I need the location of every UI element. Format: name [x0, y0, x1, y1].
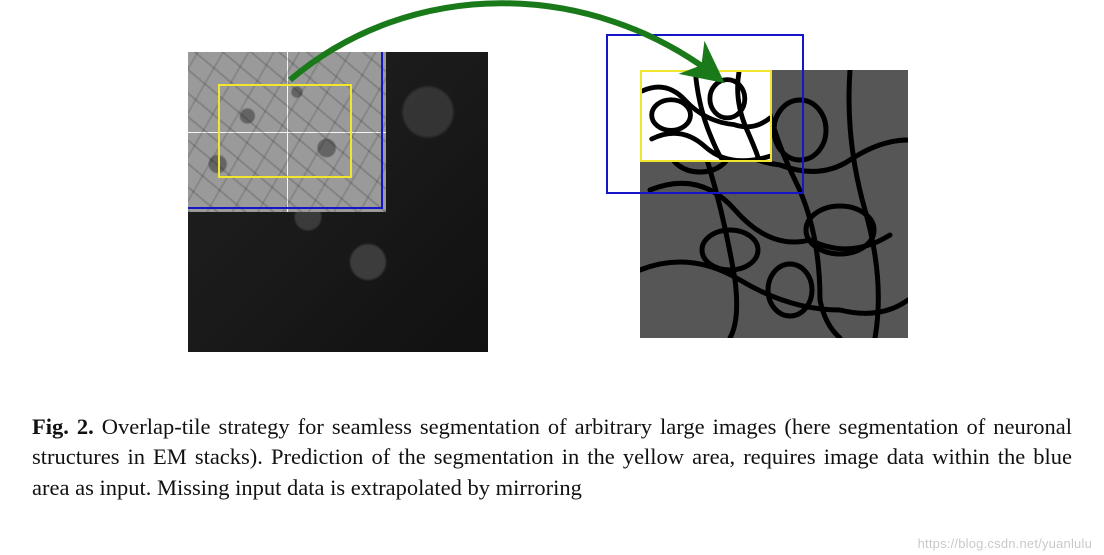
page-root: Fig. 2. Overlap-tile strategy for seamle…: [0, 0, 1104, 555]
figure-2: Fig. 2. Overlap-tile strategy for seamle…: [0, 0, 1104, 555]
yellow-prediction-box: [218, 84, 352, 178]
watermark: https://blog.csdn.net/yuanlulu: [918, 536, 1092, 551]
figure-caption-text: Overlap-tile strategy for seamless segme…: [32, 414, 1072, 500]
input-em-image: [188, 52, 488, 352]
figure-label: Fig. 2.: [32, 414, 94, 439]
figure-caption: Fig. 2. Overlap-tile strategy for seamle…: [32, 412, 1072, 503]
yellow-prediction-box: [640, 70, 772, 162]
segmentation-map: [640, 70, 908, 338]
